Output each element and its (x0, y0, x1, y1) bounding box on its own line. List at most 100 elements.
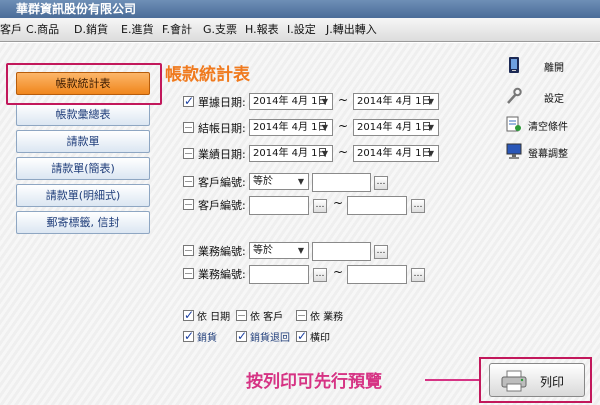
sidebar-item-account-summary[interactable]: 帳款彙總表 (16, 103, 150, 126)
sales-label: 業務編號: (198, 268, 246, 281)
settings-button[interactable]: 設定 (506, 87, 566, 107)
checkbox-closing-date[interactable] (183, 122, 194, 133)
tool-label: 清空條件 (528, 122, 568, 133)
tool-label: 設定 (544, 94, 564, 105)
customer-label: 客戶編號: (198, 199, 246, 212)
checkbox-sort-sales[interactable] (296, 310, 307, 321)
sidebar-item-invoice[interactable]: 請款單 (16, 130, 150, 153)
date-filter-row: 單據日期: 2014年 4月 1日▼ ~ 2014年 4月 1日▼ (183, 93, 453, 111)
include-option-label: 銷貨退回 (250, 333, 290, 344)
sales-to-lookup-button[interactable]: … (411, 268, 425, 282)
printer-icon (500, 370, 528, 395)
customer-range-row: 客戶編號: … ~ … (183, 196, 428, 215)
date-to-select[interactable]: 2014年 4月 1日 ▼ (353, 119, 439, 136)
date-filter-row: 業績日期: 2014年 4月 1日 ▼ ~ 2014年 4月 1日 ▼ (183, 145, 453, 163)
sort-options-row: 依 日期 依 客戶 依 業務 (183, 307, 383, 325)
checkbox-landscape[interactable] (296, 329, 307, 343)
exit-door-icon (506, 56, 522, 74)
sales-filter-row: 業務編號: 等於 ▼ … (183, 242, 423, 261)
checkbox-document-date[interactable] (183, 94, 194, 108)
sales-code-input[interactable] (312, 242, 371, 261)
include-option-label: 銷貨 (197, 333, 217, 344)
menu-accounting[interactable]: F.會計 (162, 23, 192, 37)
menu-purchase[interactable]: E.進貨 (121, 23, 153, 37)
sort-option-label: 依 客戶 (250, 312, 284, 323)
operator-value: 等於 (253, 245, 273, 256)
customer-to-lookup-button[interactable]: … (411, 199, 425, 213)
checkbox-sort-date[interactable] (183, 308, 194, 322)
sidebar-item-mail-labels[interactable]: 郵寄標籤, 信封 (16, 211, 150, 234)
include-options-row: 銷貨 銷貨退回 橫印 (183, 328, 383, 346)
chevron-down-icon: ▼ (427, 123, 435, 132)
customer-from-lookup-button[interactable]: … (313, 199, 327, 213)
checkbox-sort-customer[interactable] (236, 310, 247, 321)
customer-to-input[interactable] (347, 196, 407, 215)
menu-sales[interactable]: D.銷貨 (74, 23, 108, 37)
sales-lookup-button[interactable]: … (374, 245, 388, 259)
date-filter-row: 結帳日期: 2014年 4月 1日 ▼ ~ 2014年 4月 1日 ▼ (183, 119, 453, 137)
window-title: 華群資訊股份有限公司 (0, 0, 600, 18)
sales-from-input[interactable] (249, 265, 309, 284)
sales-range-row: 業務編號: … ~ … (183, 265, 428, 284)
date-to-value: 2014年 4月 1日 (357, 96, 432, 107)
operator-value: 等於 (253, 176, 273, 187)
date-from-select[interactable]: 2014年 4月 1日 ▼ (249, 119, 333, 136)
preview-hint: 按列印可先行預覽 (246, 372, 382, 392)
menu-customer[interactable]: 客戶 (0, 23, 22, 37)
customer-code-input[interactable] (312, 173, 371, 192)
date-to-select[interactable]: 2014年 4月 1日 ▼ (353, 145, 439, 162)
range-tilde: ~ (333, 265, 344, 279)
sort-option-label: 依 業務 (310, 312, 344, 323)
sales-operator-select[interactable]: 等於 ▼ (249, 242, 309, 259)
date-filter-label: 業績日期: (198, 148, 246, 161)
clear-conditions-button[interactable]: 清空條件 (506, 115, 568, 135)
pointer-line (425, 379, 480, 381)
tool-label: 螢幕調整 (528, 149, 568, 160)
sales-from-lookup-button[interactable]: … (313, 268, 327, 282)
exit-button[interactable]: 離開 (506, 56, 566, 76)
print-button[interactable]: 列印 (489, 363, 585, 397)
sort-option-label: 依 日期 (197, 312, 231, 323)
checkbox-customer-match[interactable] (183, 176, 194, 187)
chevron-down-icon: ▼ (427, 97, 435, 106)
date-from-select[interactable]: 2014年 4月 1日 ▼ (249, 93, 333, 110)
checkbox-customer-range[interactable] (183, 199, 194, 210)
menu-bar: 客戶 C.商品 D.銷貨 E.進貨 F.會計 G.支票 H.報表 I.設定 J.… (0, 18, 600, 42)
chevron-down-icon: ▼ (321, 123, 329, 132)
checkbox-sales-match[interactable] (183, 245, 194, 256)
menu-cheque[interactable]: G.支票 (203, 23, 237, 37)
date-filter-label: 結帳日期: (198, 122, 246, 135)
screen-adjust-button[interactable]: 螢幕調整 (506, 142, 568, 162)
sidebar-item-invoice-brief[interactable]: 請款單(簡表) (16, 157, 150, 180)
chevron-down-icon: ▼ (321, 149, 329, 158)
customer-filter-row: 客戶編號: 等於 ▼ … (183, 173, 423, 192)
monitor-icon (506, 142, 522, 160)
sales-to-input[interactable] (347, 265, 407, 284)
date-from-value: 2014年 4月 1日 (253, 96, 328, 107)
menu-settings[interactable]: I.設定 (287, 23, 316, 37)
tool-label: 離開 (544, 63, 564, 74)
range-tilde: ~ (338, 145, 349, 159)
customer-operator-select[interactable]: 等於 ▼ (249, 173, 309, 190)
sales-label: 業務編號: (198, 245, 246, 258)
customer-label: 客戶編號: (198, 176, 246, 189)
menu-product[interactable]: C.商品 (26, 23, 59, 37)
sidebar-item-invoice-detail[interactable]: 請款單(明細式) (16, 184, 150, 207)
range-tilde: ~ (333, 196, 344, 210)
checkbox-include-sales[interactable] (183, 329, 194, 343)
checkbox-include-returns[interactable] (236, 329, 247, 343)
date-to-value: 2014年 4月 1日 (357, 148, 432, 159)
checkbox-performance-date[interactable] (183, 148, 194, 159)
customer-from-input[interactable] (249, 196, 309, 215)
menu-report[interactable]: H.報表 (245, 23, 279, 37)
clear-conditions-icon (506, 115, 522, 133)
menu-transfer[interactable]: J.轉出轉入 (326, 23, 377, 37)
range-tilde: ~ (338, 119, 349, 133)
date-to-value: 2014年 4月 1日 (357, 122, 432, 133)
date-to-select[interactable]: 2014年 4月 1日 ▼ (353, 93, 439, 110)
customer-lookup-button[interactable]: … (374, 176, 388, 190)
checkbox-sales-range[interactable] (183, 268, 194, 279)
highlight-frame (6, 63, 162, 105)
date-from-select[interactable]: 2014年 4月 1日 ▼ (249, 145, 333, 162)
include-option-label: 橫印 (310, 333, 330, 344)
